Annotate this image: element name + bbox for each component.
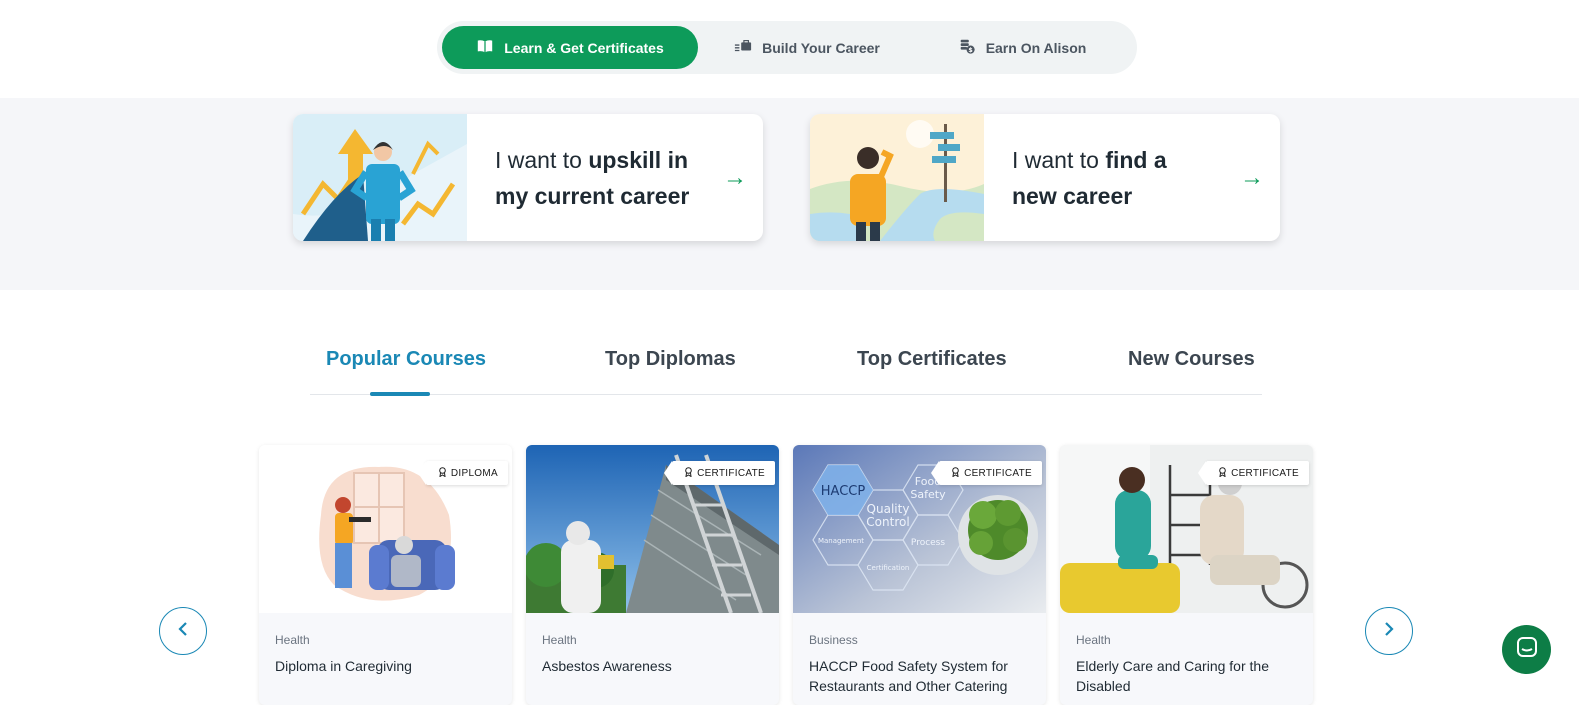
badge-label: CERTIFICATE bbox=[1231, 467, 1299, 479]
diploma-badge: DIPLOMA bbox=[417, 461, 508, 485]
course-category: Business bbox=[809, 633, 858, 647]
upskill-plain-text: I want to bbox=[495, 146, 589, 173]
chat-launcher-button[interactable] bbox=[1502, 625, 1551, 674]
course-image-haccp: HACCP Quality Control Food Safety Proces… bbox=[793, 445, 1046, 613]
tab-popular-courses[interactable]: Popular Courses bbox=[326, 348, 486, 371]
course-title: Asbestos Awareness bbox=[542, 658, 672, 674]
certificate-badge: CERTIFICATE bbox=[931, 461, 1042, 485]
new-career-plain-text: I want to bbox=[1012, 146, 1106, 173]
tab-top-diplomas[interactable]: Top Diplomas bbox=[605, 348, 736, 371]
active-tab-indicator bbox=[370, 392, 430, 396]
new-career-bold-text-2: new career bbox=[1012, 182, 1133, 209]
tab-top-certificates[interactable]: Top Certificates bbox=[857, 348, 1007, 371]
ribbon-icon bbox=[438, 466, 447, 480]
nav-earn-label: Earn On Alison bbox=[985, 39, 1087, 56]
course-card-caregiving[interactable]: DIPLOMA Health Diploma in Caregiving bbox=[259, 445, 512, 705]
course-card-haccp[interactable]: HACCP Quality Control Food Safety Proces… bbox=[793, 445, 1046, 705]
arrow-right-icon: → bbox=[1240, 163, 1264, 191]
chevron-right-icon bbox=[1380, 620, 1398, 643]
open-book-icon bbox=[476, 37, 494, 58]
course-card-asbestos[interactable]: CERTIFICATE Health Asbestos Awareness bbox=[526, 445, 779, 705]
badge-label: CERTIFICATE bbox=[964, 467, 1032, 479]
new-career-card[interactable]: I want to find a new career → bbox=[810, 114, 1280, 241]
certificate-badge: CERTIFICATE bbox=[1198, 461, 1309, 485]
svg-text:$: $ bbox=[968, 47, 972, 54]
coins-icon: $ bbox=[958, 37, 976, 58]
ribbon-icon bbox=[684, 466, 693, 480]
ribbon-icon bbox=[951, 466, 960, 480]
badge-label: CERTIFICATE bbox=[697, 467, 765, 479]
management-label: Management bbox=[818, 537, 864, 545]
course-image-caregiving: DIPLOMA bbox=[259, 445, 512, 613]
upskill-bold-text-2: my current career bbox=[495, 182, 690, 209]
course-image-asbestos: CERTIFICATE bbox=[526, 445, 779, 613]
course-category: Health bbox=[542, 633, 577, 647]
upskill-bold-text-1: upskill in bbox=[588, 146, 689, 173]
career-choice-section: I want to upskill in my current career → bbox=[0, 98, 1579, 290]
upskill-card-text: I want to upskill in my current career bbox=[467, 114, 707, 241]
nav-learn-label: Learn & Get Certificates bbox=[504, 39, 664, 56]
new-career-card-text: I want to find a new career bbox=[984, 114, 1224, 241]
new-career-bold-text-1: find a bbox=[1105, 146, 1167, 173]
nav-earn-alison[interactable]: $ Earn On Alison bbox=[937, 26, 1107, 69]
haccp-label: HACCP bbox=[821, 484, 866, 499]
course-tabs: Popular Courses Top Diplomas Top Certifi… bbox=[310, 340, 1262, 396]
top-navigation: Learn & Get Certificates Build Your Care… bbox=[0, 0, 1579, 98]
certificate-badge: CERTIFICATE bbox=[664, 461, 775, 485]
process-label: Process bbox=[911, 538, 945, 548]
chevron-left-icon bbox=[174, 620, 192, 643]
course-image-elderly-care: CERTIFICATE bbox=[1060, 445, 1313, 613]
briefcase-icon bbox=[734, 37, 752, 58]
carousel-next-button[interactable] bbox=[1365, 607, 1413, 655]
badge-label: DIPLOMA bbox=[450, 467, 498, 479]
ribbon-icon bbox=[1218, 466, 1227, 480]
tab-new-courses[interactable]: New Courses bbox=[1128, 348, 1255, 371]
course-card-elderly-care[interactable]: CERTIFICATE Health Elderly Care and Cari… bbox=[1060, 445, 1313, 705]
new-career-illustration bbox=[810, 114, 984, 241]
arrow-right-icon: → bbox=[723, 163, 747, 191]
control-label: Control bbox=[866, 515, 909, 529]
course-title: HACCP Food Safety System for Restaurants… bbox=[809, 658, 1008, 694]
certification-label: Certification bbox=[867, 564, 910, 572]
quality-label: Quality bbox=[867, 502, 910, 516]
course-title: Diploma in Caregiving bbox=[275, 658, 412, 674]
upskill-career-card[interactable]: I want to upskill in my current career → bbox=[293, 114, 763, 241]
nav-learn-certificates[interactable]: Learn & Get Certificates bbox=[442, 26, 698, 69]
upskill-illustration bbox=[293, 114, 467, 241]
chat-icon bbox=[1515, 635, 1539, 664]
course-category: Health bbox=[275, 633, 310, 647]
safety-label: Safety bbox=[910, 488, 946, 501]
carousel-prev-button[interactable] bbox=[159, 607, 207, 655]
nav-build-label: Build Your Career bbox=[762, 39, 880, 56]
course-category: Health bbox=[1076, 633, 1111, 647]
nav-pill-group: Learn & Get Certificates Build Your Care… bbox=[437, 21, 1137, 74]
nav-build-career[interactable]: Build Your Career bbox=[717, 26, 897, 69]
course-title: Elderly Care and Caring for the Disabled bbox=[1076, 658, 1269, 694]
